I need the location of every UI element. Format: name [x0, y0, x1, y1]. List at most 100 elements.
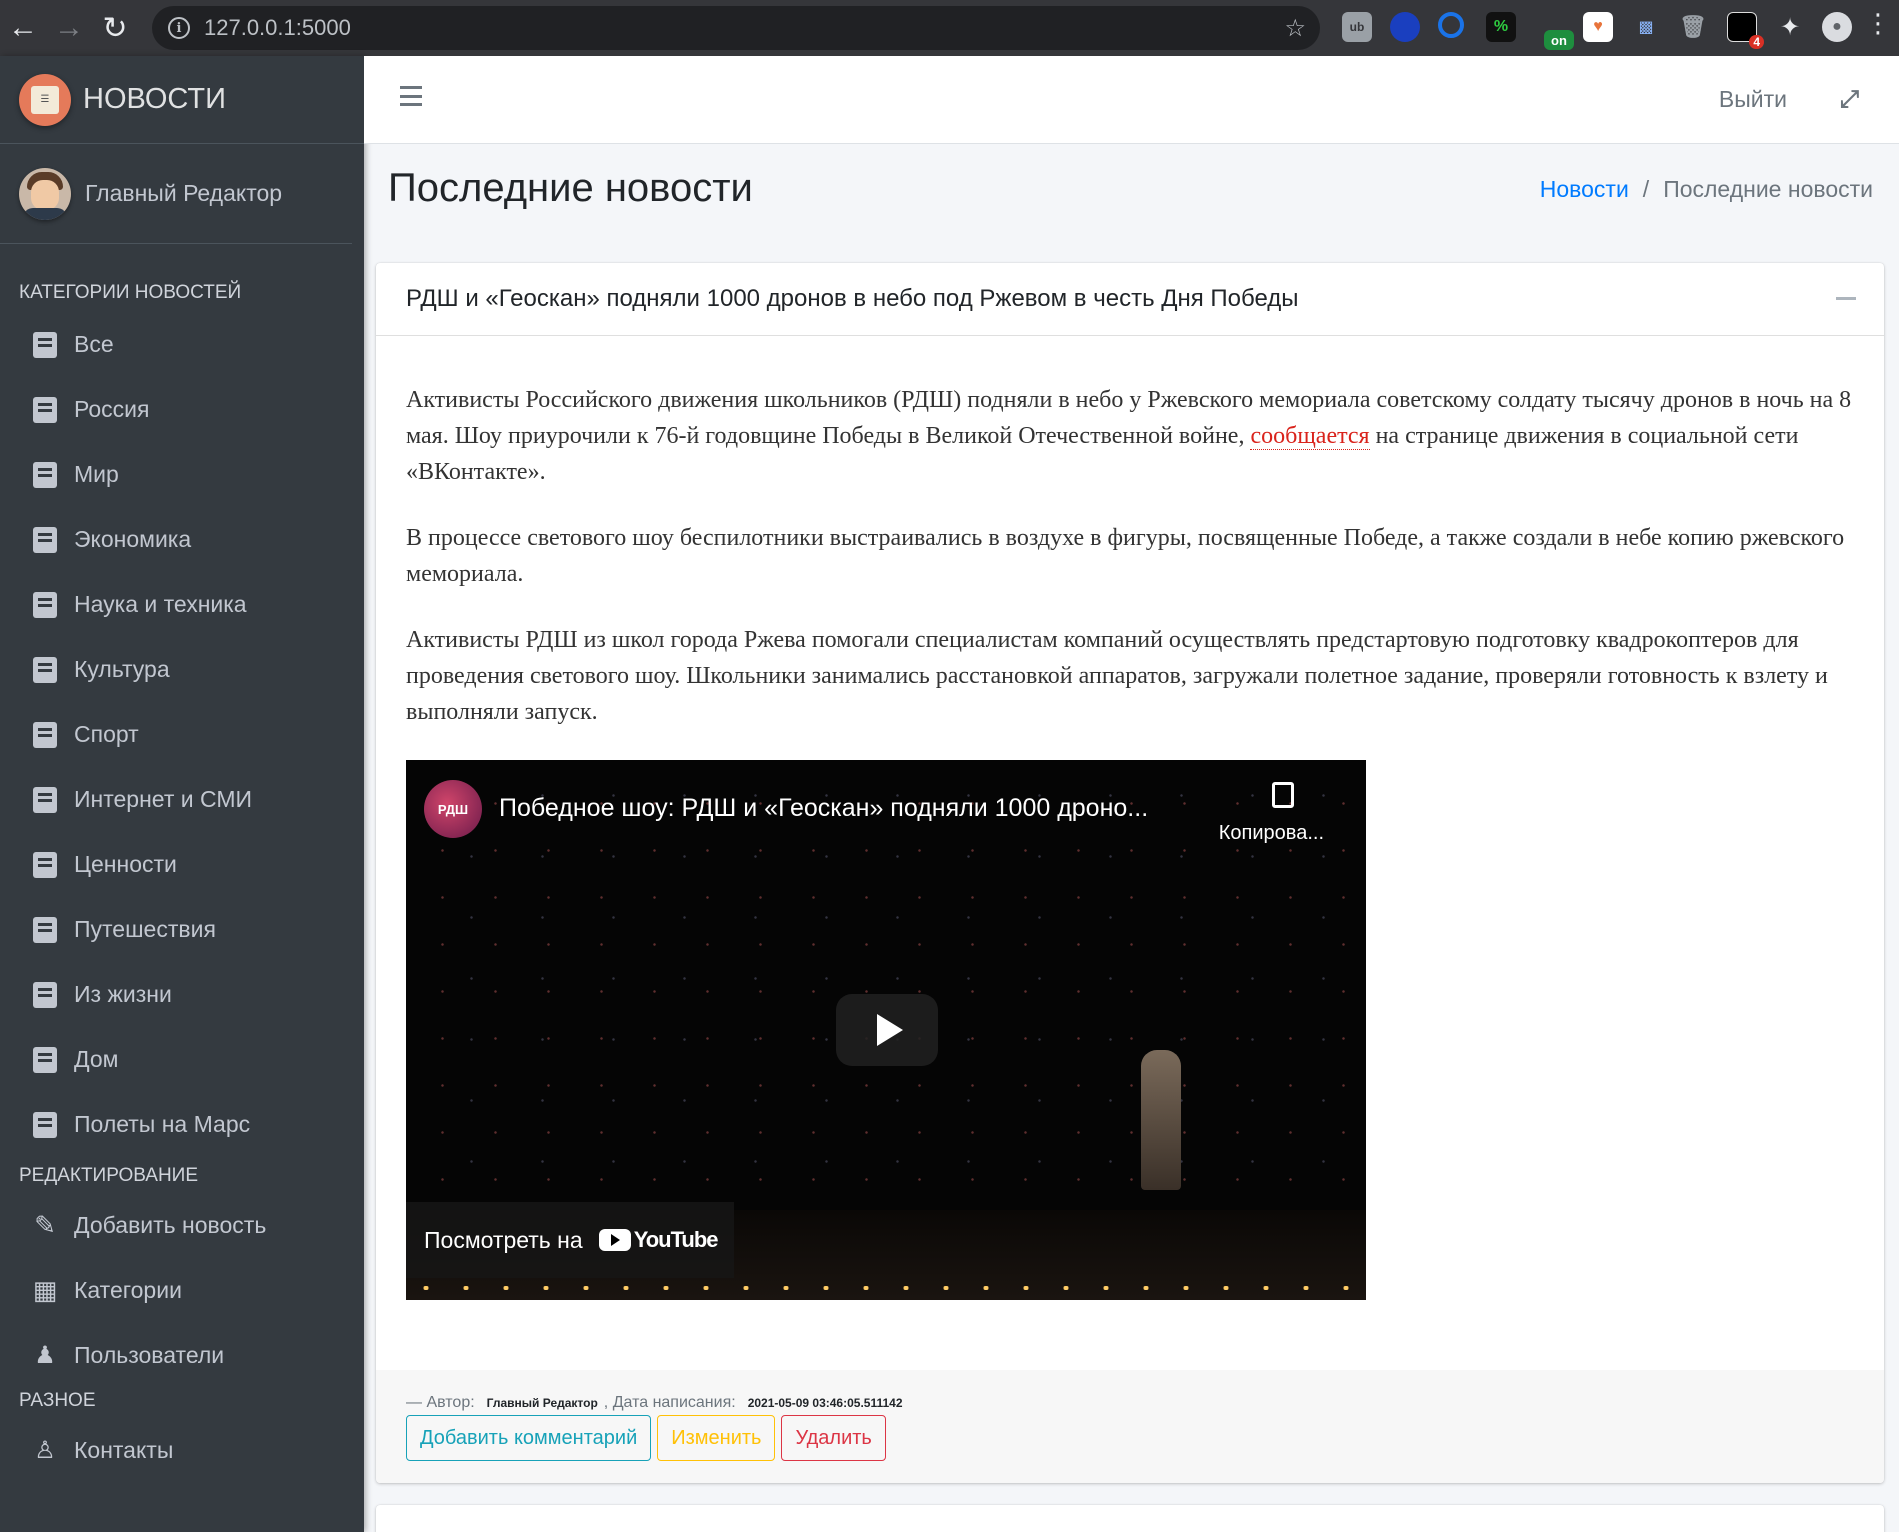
sidebar-item-categories[interactable]: ▦ Категории	[0, 1258, 364, 1323]
sidebar-item-label: Путешествия	[74, 916, 216, 942]
ublock-extension-icon[interactable]: ub	[1342, 12, 1372, 42]
sidebar-item-home[interactable]: Дом	[0, 1027, 364, 1092]
copy-link-label[interactable]: Копирова...	[1219, 822, 1324, 845]
sidebar-item-contacts[interactable]: ♙ Контакты	[0, 1418, 364, 1483]
channel-logo-text: РДШ	[437, 801, 469, 817]
book-icon	[32, 786, 58, 814]
sidebar-item-label: Интернет и СМИ	[74, 786, 253, 812]
extension-trash-icon[interactable]: 🗑	[1678, 12, 1708, 42]
youtube-wordmark: YouTube	[633, 1227, 719, 1252]
forward-arrow-icon[interactable]: →	[46, 5, 92, 51]
watch-on-label: Посмотреть на	[424, 1226, 583, 1253]
book-icon	[32, 721, 58, 749]
newspaper-logo-icon: ☰	[19, 73, 71, 126]
fullscreen-expand-icon[interactable]: ⤢	[1840, 86, 1859, 114]
brand-link[interactable]: ☰ НОВОСТИ	[0, 56, 364, 144]
profile-avatar-icon[interactable]: ●	[1822, 12, 1852, 42]
grid-icon: ▦	[32, 1275, 58, 1305]
user-panel[interactable]: Главный Редактор	[0, 144, 352, 244]
book-icon	[32, 1046, 58, 1074]
book-icon	[32, 916, 58, 944]
site-info-icon[interactable]: i	[168, 17, 190, 39]
book-icon	[32, 981, 58, 1009]
extension-on-badge[interactable]: on	[1544, 30, 1574, 50]
sidebar-item-sport[interactable]: Спорт	[0, 702, 364, 767]
extension-percent-icon[interactable]: %	[1486, 12, 1516, 42]
sidebar-item-label: Контакты	[74, 1437, 174, 1463]
card-header: РДШ и «Геоскан» подняли 1000 дронов в не…	[376, 263, 1884, 336]
brand-text: НОВОСТИ	[83, 83, 226, 115]
youtube-logo: YouTube	[598, 1227, 719, 1253]
date-label: , Дата написания:	[603, 1394, 736, 1411]
reload-icon[interactable]: ↻	[92, 5, 138, 51]
book-icon	[32, 851, 58, 879]
book-icon	[32, 331, 58, 359]
extension-puzzle-s-icon[interactable]: ▩	[1631, 12, 1661, 42]
author-name: Главный Редактор	[486, 1396, 598, 1410]
browser-menu-icon[interactable]: ⋮	[1865, 8, 1891, 39]
play-button[interactable]	[836, 994, 938, 1066]
hamburger-menu-icon[interactable]	[400, 86, 422, 106]
author-label: — Автор:	[406, 1394, 475, 1411]
breadcrumb-separator: /	[1642, 176, 1650, 202]
sidebar-item-label: Дом	[74, 1046, 119, 1072]
sidebar-item-all[interactable]: Все	[0, 312, 364, 377]
sidebar-item-label: Из жизни	[74, 981, 172, 1007]
sidebar-item-russia[interactable]: Россия	[0, 377, 364, 442]
sidebar-item-internet[interactable]: Интернет и СМИ	[0, 767, 364, 832]
browser-toolbar: ← → ↻ i 127.0.0.1:5000 ☆ ub % on ♥ ▩ 🗑 4…	[0, 0, 1899, 56]
delete-button[interactable]: Удалить	[781, 1415, 886, 1461]
book-icon	[32, 461, 58, 489]
sidebar-item-label: Культура	[74, 656, 170, 682]
top-navbar: Выйти ⤢	[364, 56, 1899, 144]
youtube-video-embed[interactable]: РДШ Победное шоу: РДШ и «Геоскан» поднял…	[406, 760, 1366, 1300]
breadcrumb-link-news[interactable]: Новости	[1540, 176, 1629, 203]
user-name[interactable]: Главный Редактор	[85, 180, 282, 207]
video-thumbnail-statue	[1141, 1050, 1181, 1190]
copy-link-icon[interactable]	[1272, 782, 1294, 808]
sidebar-item-label: Мир	[74, 461, 119, 487]
extension-glasses-icon[interactable]: 4	[1727, 12, 1764, 49]
extensions-puzzle-icon[interactable]: ✦	[1775, 12, 1805, 42]
bookmark-star-icon[interactable]: ☆	[1284, 14, 1306, 43]
video-title[interactable]: Победное шоу: РДШ и «Геоскан» подняли 10…	[499, 794, 1199, 823]
sidebar-item-mars[interactable]: Полеты на Марс	[0, 1092, 364, 1157]
article-paragraph: Активисты РДШ из школ города Ржева помог…	[406, 627, 1828, 725]
sidebar-item-users[interactable]: ♟ Пользователи	[0, 1323, 364, 1388]
book-icon	[32, 526, 58, 554]
sidebar-item-label: Ценности	[74, 851, 177, 877]
address-bar[interactable]: i 127.0.0.1:5000 ☆	[152, 6, 1320, 50]
sidebar-item-add-news[interactable]: ✎ Добавить новость	[0, 1193, 364, 1258]
sidebar-item-label: Категории	[74, 1277, 182, 1303]
sidebar-item-label: Полеты на Марс	[74, 1111, 251, 1137]
sidebar-item-values[interactable]: Ценности	[0, 832, 364, 897]
sidebar-item-travel[interactable]: Путешествия	[0, 897, 364, 962]
extension-refresh-icon[interactable]	[1438, 12, 1464, 38]
news-card: РДШ и «Геоскан» подняли 1000 дронов в не…	[376, 263, 1884, 1483]
source-link[interactable]: сообщается	[1250, 423, 1370, 450]
user-avatar	[19, 167, 71, 220]
article-meta: — Автор: Главный Редактор , Дата написан…	[406, 1394, 909, 1412]
edit-button[interactable]: Изменить	[657, 1415, 776, 1461]
sidebar-item-world[interactable]: Мир	[0, 442, 364, 507]
sidebar-item-label: Все	[74, 331, 114, 357]
collapse-minus-icon[interactable]	[1836, 297, 1856, 300]
watch-on-youtube-button[interactable]: Посмотреть на YouTube	[406, 1202, 734, 1278]
channel-logo[interactable]: РДШ	[424, 780, 482, 838]
users-icon: ♟	[34, 1342, 56, 1369]
add-comment-button[interactable]: Добавить комментарий	[406, 1415, 652, 1461]
sidebar-item-culture[interactable]: Культура	[0, 637, 364, 702]
back-arrow-icon[interactable]: ←	[0, 5, 46, 51]
url-text[interactable]: 127.0.0.1:5000	[204, 15, 351, 41]
next-news-card	[376, 1505, 1884, 1532]
book-icon	[32, 656, 58, 684]
sidebar-item-life[interactable]: Из жизни	[0, 962, 364, 1027]
sidebar-item-science[interactable]: Наука и техника	[0, 572, 364, 637]
sidebar-item-economy[interactable]: Экономика	[0, 507, 364, 572]
publish-date: 2021-05-09 03:46:05.511142	[747, 1396, 903, 1410]
logout-link[interactable]: Выйти	[1719, 86, 1787, 113]
breadcrumb: Новости / Последние новости	[1540, 176, 1873, 203]
extension-heart-icon[interactable]: ♥	[1583, 12, 1613, 42]
extension-globe-icon[interactable]	[1390, 12, 1420, 42]
contacts-icon: ♙	[34, 1437, 56, 1464]
